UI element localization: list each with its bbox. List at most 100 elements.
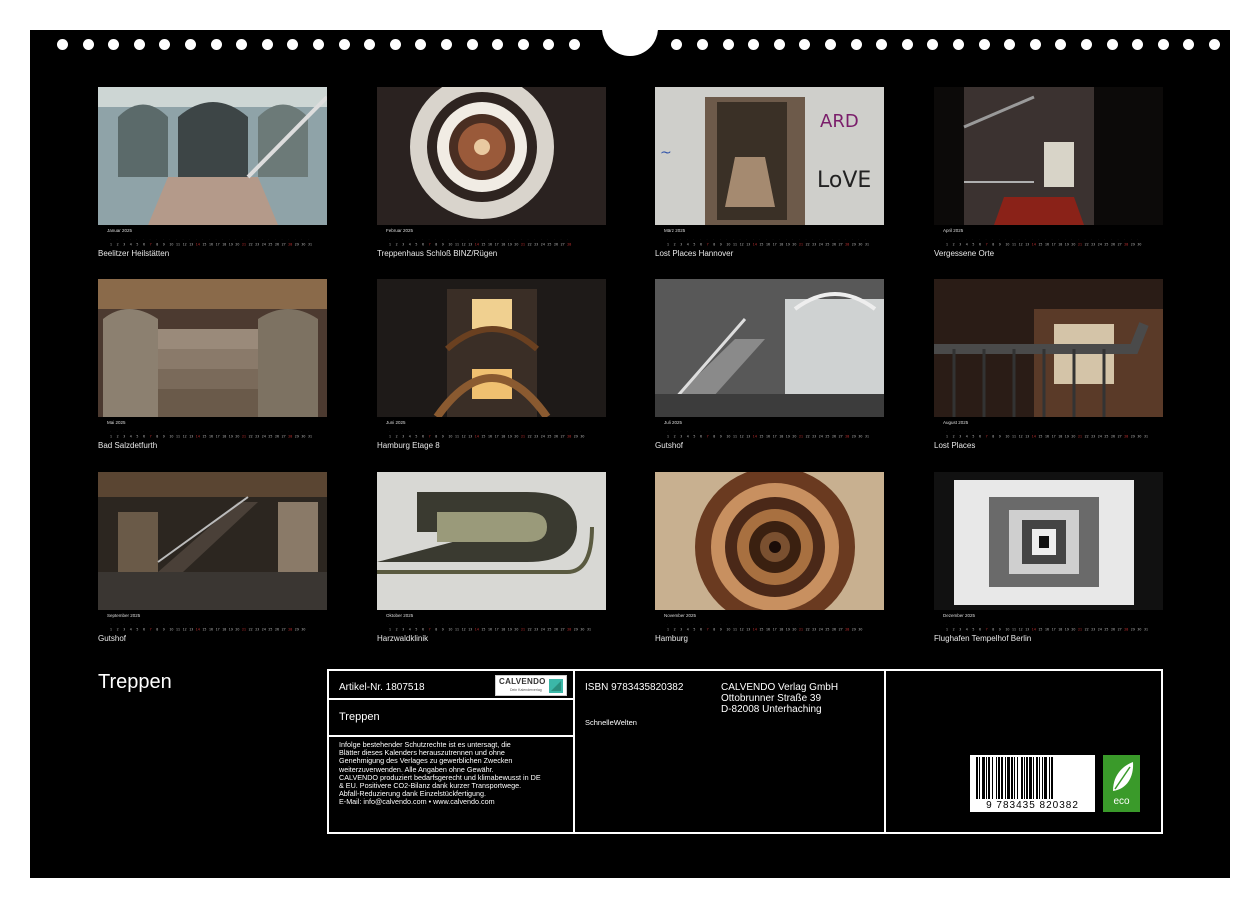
- svg-text:7: 7: [429, 628, 431, 632]
- svg-text:6: 6: [422, 628, 424, 632]
- svg-text:19: 19: [1065, 628, 1069, 632]
- svg-text:·: ·: [222, 430, 223, 433]
- svg-text:4: 4: [687, 243, 689, 247]
- svg-text:·: ·: [792, 238, 793, 241]
- svg-text:·: ·: [580, 623, 581, 626]
- svg-text:14: 14: [1032, 628, 1036, 632]
- svg-text:·: ·: [117, 623, 118, 626]
- publisher-line: D-82008 Unterhaching: [721, 704, 822, 715]
- svg-text:3: 3: [123, 435, 125, 439]
- svg-text:·: ·: [786, 430, 787, 433]
- svg-text:9: 9: [163, 435, 165, 439]
- svg-text:·: ·: [528, 430, 529, 433]
- svg-text:·: ·: [202, 623, 203, 626]
- svg-text:·: ·: [547, 430, 548, 433]
- svg-text:·: ·: [979, 623, 980, 626]
- svg-text:16: 16: [209, 435, 213, 439]
- svg-text:11: 11: [1012, 243, 1016, 247]
- svg-text:·: ·: [1131, 430, 1132, 433]
- svg-text:17: 17: [495, 628, 499, 632]
- svg-text:24: 24: [819, 243, 823, 247]
- svg-text:7: 7: [707, 628, 709, 632]
- svg-text:·: ·: [1098, 238, 1099, 241]
- svg-text:·: ·: [819, 623, 820, 626]
- month-tile: Juli 2025 · 1 · 2 · 3 · 4 · 5 · 6 · 7 · 8 · 9 · 10 · 11 · 12 · 13…: [655, 279, 884, 450]
- svg-text:·: ·: [992, 430, 993, 433]
- svg-text:·: ·: [865, 430, 866, 433]
- svg-text:4: 4: [687, 628, 689, 632]
- svg-text:·: ·: [402, 238, 403, 241]
- svg-text:·: ·: [1118, 430, 1119, 433]
- publisher-line: CALVENDO Verlag GmbH: [721, 682, 839, 693]
- svg-text:3: 3: [402, 628, 404, 632]
- svg-text:·: ·: [268, 430, 269, 433]
- svg-text:·: ·: [521, 238, 522, 241]
- svg-text:·: ·: [301, 623, 302, 626]
- svg-text:·: ·: [514, 430, 515, 433]
- day-strip: · 1 · 2 · 3 · 4 · 5 · 6 · 7 · 8 · 9 · 10 · 11 · 12 · 13 · 14 · 15 · 16 ·…: [387, 234, 597, 247]
- svg-text:20: 20: [235, 628, 239, 632]
- day-strip: · 1 · 2 · 3 · 4 · 5 · 6 · 7 · 8 · 9 · 10 · 11 · 12 · 13 · 14 · 15 · 16 ·…: [665, 426, 875, 439]
- svg-text:·: ·: [759, 430, 760, 433]
- svg-text:21: 21: [242, 628, 246, 632]
- svg-text:·: ·: [229, 623, 230, 626]
- svg-text:·: ·: [249, 430, 250, 433]
- svg-text:·: ·: [514, 623, 515, 626]
- svg-text:·: ·: [301, 430, 302, 433]
- svg-text:·: ·: [1085, 430, 1086, 433]
- svg-text:·: ·: [1032, 623, 1033, 626]
- svg-text:4: 4: [130, 628, 132, 632]
- svg-text:·: ·: [839, 430, 840, 433]
- svg-text:22: 22: [528, 628, 532, 632]
- svg-text:26: 26: [554, 628, 558, 632]
- stair-photo: [934, 472, 1163, 610]
- svg-text:·: ·: [262, 238, 263, 241]
- svg-text:15: 15: [759, 628, 763, 632]
- svg-text:~: ~: [660, 145, 672, 161]
- svg-text:20: 20: [792, 435, 796, 439]
- svg-text:ARD: ARD: [820, 111, 859, 132]
- svg-text:·: ·: [959, 623, 960, 626]
- svg-text:15: 15: [1038, 628, 1042, 632]
- svg-text:28: 28: [845, 243, 849, 247]
- svg-text:29: 29: [295, 435, 299, 439]
- svg-text:9: 9: [442, 243, 444, 247]
- svg-text:24: 24: [541, 628, 545, 632]
- logo-mark-icon: [549, 679, 563, 693]
- svg-text:·: ·: [183, 430, 184, 433]
- author-name: SchnelleWelten: [585, 718, 637, 727]
- svg-text:2: 2: [953, 435, 955, 439]
- svg-text:25: 25: [825, 628, 829, 632]
- svg-text:·: ·: [1065, 430, 1066, 433]
- svg-text:·: ·: [766, 430, 767, 433]
- svg-text:10: 10: [1005, 435, 1009, 439]
- svg-text:25: 25: [1104, 435, 1108, 439]
- svg-text:22: 22: [249, 243, 253, 247]
- svg-text:6: 6: [143, 435, 145, 439]
- svg-text:21: 21: [242, 435, 246, 439]
- month-name: Februar 2025: [386, 228, 414, 233]
- svg-text:·: ·: [501, 623, 502, 626]
- svg-text:11: 11: [733, 435, 737, 439]
- svg-text:·: ·: [475, 623, 476, 626]
- svg-text:·: ·: [561, 238, 562, 241]
- month-name: Januar 2025: [107, 228, 133, 233]
- photo-caption: Lost Places: [934, 441, 976, 450]
- svg-text:24: 24: [1098, 243, 1102, 247]
- svg-text:·: ·: [713, 430, 714, 433]
- svg-text:23: 23: [812, 628, 816, 632]
- svg-text:5: 5: [972, 243, 974, 247]
- svg-text:·: ·: [130, 430, 131, 433]
- product-title: Treppen: [339, 711, 380, 723]
- svg-text:28: 28: [845, 435, 849, 439]
- svg-text:·: ·: [110, 430, 111, 433]
- svg-text:25: 25: [547, 628, 551, 632]
- svg-text:11: 11: [455, 628, 459, 632]
- svg-text:7: 7: [986, 243, 988, 247]
- svg-text:·: ·: [766, 238, 767, 241]
- month-name: August 2025: [943, 420, 969, 425]
- svg-text:·: ·: [786, 238, 787, 241]
- binding-hole: [133, 39, 145, 50]
- svg-text:·: ·: [953, 430, 954, 433]
- svg-text:·: ·: [852, 430, 853, 433]
